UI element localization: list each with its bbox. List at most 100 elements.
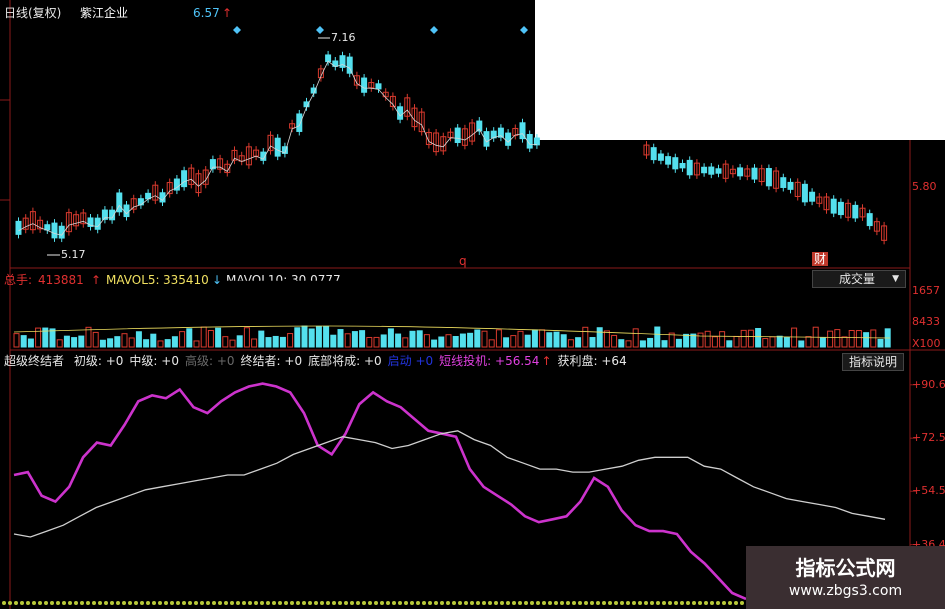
mavol5-value: 335410 bbox=[163, 273, 209, 287]
signal-dot bbox=[632, 601, 636, 605]
signal-dot bbox=[416, 601, 420, 605]
volume-bar bbox=[114, 336, 121, 348]
event-diamond-icon bbox=[316, 26, 324, 34]
candlestick bbox=[751, 167, 758, 180]
signal-dot bbox=[494, 601, 498, 605]
signal-dot bbox=[386, 601, 390, 605]
signal-dot bbox=[80, 601, 84, 605]
volume-bar bbox=[481, 330, 488, 348]
volume-bar bbox=[546, 332, 553, 348]
volume-bar bbox=[186, 328, 193, 348]
low-price-annotation: 5.17 bbox=[61, 248, 86, 261]
signal-dot bbox=[500, 601, 504, 605]
volume-bar bbox=[351, 331, 358, 348]
signal-dot bbox=[476, 601, 480, 605]
volume-bar bbox=[603, 330, 610, 348]
signal-dot bbox=[2, 601, 6, 605]
volume-axis-top: 1657 bbox=[912, 284, 940, 297]
indicator-header: 超级终结者 初级: +0 中级: +0 高级: +0 终结者: +0 底部将成: +0 启… bbox=[4, 354, 627, 368]
signal-dot bbox=[716, 601, 720, 605]
volume-bar bbox=[92, 331, 99, 348]
volume-bar bbox=[805, 336, 812, 348]
signal-dot bbox=[320, 601, 324, 605]
signal-dot bbox=[506, 601, 510, 605]
volume-bar bbox=[135, 331, 142, 348]
indicator-field: 初级: +0 bbox=[73, 354, 124, 368]
signal-dot bbox=[194, 601, 198, 605]
volume-bar bbox=[503, 337, 510, 348]
signal-dot bbox=[104, 601, 108, 605]
volume-bar bbox=[467, 332, 474, 348]
volume-bar bbox=[395, 333, 402, 348]
signal-dot bbox=[698, 601, 702, 605]
volume-bar bbox=[560, 334, 567, 348]
dropdown-label: 成交量 bbox=[839, 272, 876, 286]
candlestick bbox=[708, 166, 715, 175]
signal-dot bbox=[464, 601, 468, 605]
signal-dot bbox=[200, 601, 204, 605]
signal-dot bbox=[20, 601, 24, 605]
series-line-profit bbox=[13, 430, 886, 538]
volume-bar bbox=[625, 340, 632, 348]
volume-bar bbox=[647, 337, 654, 348]
candlestick bbox=[672, 157, 679, 170]
volume-bar bbox=[848, 329, 855, 348]
signal-dot bbox=[704, 601, 708, 605]
volume-bar bbox=[294, 327, 301, 348]
signal-dot bbox=[590, 601, 594, 605]
indicator-axis-label: +54.5 bbox=[912, 484, 945, 498]
indicator-field: 底部将成: +0 bbox=[308, 354, 382, 368]
volume-bar bbox=[791, 327, 798, 348]
signal-dot bbox=[26, 601, 30, 605]
signal-dot bbox=[278, 601, 282, 605]
signal-dot bbox=[440, 601, 444, 605]
volume-bar bbox=[654, 326, 661, 348]
volume-bar bbox=[49, 328, 56, 348]
signal-dot bbox=[452, 601, 456, 605]
signal-dot bbox=[662, 601, 666, 605]
signal-dot bbox=[530, 601, 534, 605]
signal-dot bbox=[614, 601, 618, 605]
indicator-dropdown[interactable]: 成交量 ▼ bbox=[812, 270, 906, 288]
candlestick bbox=[665, 156, 672, 165]
series-line-speculation bbox=[13, 382, 747, 601]
volume-bar bbox=[618, 339, 625, 348]
volume-bar bbox=[193, 340, 200, 348]
volume-bar bbox=[150, 333, 157, 348]
candlestick bbox=[44, 224, 51, 231]
indicator-axis-label: +72.5 bbox=[912, 431, 945, 445]
signal-dot bbox=[374, 601, 378, 605]
volume-bar bbox=[416, 330, 423, 348]
volume-bar bbox=[769, 336, 776, 348]
chart-canvas[interactable] bbox=[0, 0, 945, 609]
candlestick bbox=[830, 198, 837, 214]
signal-dot bbox=[548, 601, 552, 605]
volume-bar bbox=[157, 340, 164, 348]
signal-dot bbox=[50, 601, 54, 605]
signal-dot bbox=[428, 601, 432, 605]
indicator-help-button[interactable]: 指标说明 bbox=[842, 353, 905, 371]
signal-dot bbox=[680, 601, 684, 605]
signal-dot bbox=[380, 601, 384, 605]
event-diamond-icon bbox=[520, 26, 528, 34]
signal-dot bbox=[242, 601, 246, 605]
signal-dot bbox=[458, 601, 462, 605]
signal-dot bbox=[332, 601, 336, 605]
signal-dot bbox=[308, 601, 312, 605]
volume-bar bbox=[99, 339, 106, 348]
down-arrow-icon: ↓ bbox=[212, 273, 223, 287]
signal-dot bbox=[740, 601, 744, 605]
last-price: 6.57 bbox=[193, 6, 220, 20]
signal-dot bbox=[44, 601, 48, 605]
volume-bar bbox=[697, 332, 704, 348]
volume-bar bbox=[474, 329, 481, 348]
volume-bar bbox=[229, 339, 236, 348]
volume-bar bbox=[834, 329, 841, 348]
volume-bar bbox=[423, 334, 430, 348]
volume-bar bbox=[863, 332, 870, 348]
volume-bar bbox=[524, 334, 531, 348]
volume-bar bbox=[740, 329, 747, 348]
volume-bar bbox=[855, 330, 862, 348]
signal-dot bbox=[512, 601, 516, 605]
candlestick bbox=[181, 170, 188, 188]
